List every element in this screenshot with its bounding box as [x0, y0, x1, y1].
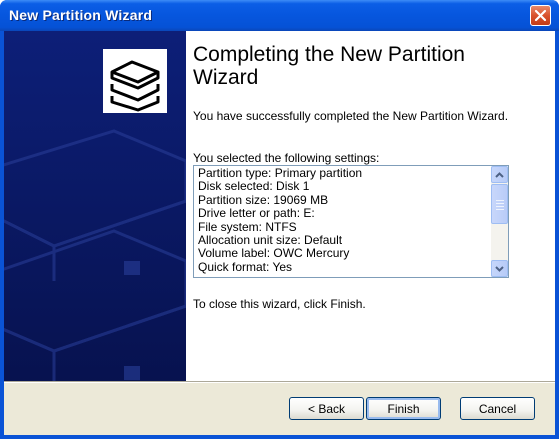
wizard-content: Completing the New Partition Wizard You …: [186, 31, 555, 381]
scroll-thumb[interactable]: [491, 184, 508, 224]
disk-stack-icon: [103, 49, 167, 113]
settings-label: You selected the following settings:: [193, 151, 380, 165]
setting-disk-selected: Disk selected: Disk 1: [198, 179, 310, 194]
chevron-up-icon: [495, 171, 504, 178]
wizard-side-banner: [4, 31, 186, 381]
page-title: Completing the New Partition Wizard: [193, 43, 465, 89]
setting-volume-label: Volume label: OWC Mercury: [198, 246, 350, 261]
cancel-button[interactable]: Cancel: [460, 397, 535, 420]
setting-partition-type: Partition type: Primary partition: [198, 166, 363, 180]
success-message: You have successfully completed the New …: [193, 109, 509, 123]
wizard-client-area: Completing the New Partition Wizard You …: [4, 31, 555, 435]
setting-quick-format: Quick format: Yes: [198, 259, 293, 274]
setting-partition-size: Partition size: 19069 MB: [198, 192, 329, 207]
window-title: New Partition Wizard: [9, 7, 153, 23]
close-instruction: To close this wizard, click Finish.: [193, 297, 366, 311]
settings-list: Partition type: Primary partition Disk s…: [198, 166, 488, 274]
setting-file-system: File system: NTFS: [198, 219, 297, 234]
wizard-window: New Partition Wizard Completing the New …: [0, 0, 559, 439]
button-bar: < Back Finish Cancel: [4, 383, 555, 435]
setting-drive-letter: Drive letter or path: E:: [198, 206, 315, 221]
back-button[interactable]: < Back: [289, 397, 364, 420]
close-icon: [534, 9, 547, 22]
finish-button[interactable]: Finish: [366, 397, 441, 420]
scroll-grip-line: [496, 200, 504, 201]
settings-summary-box[interactable]: Partition type: Primary partition Disk s…: [193, 165, 509, 278]
scroll-grip-line: [496, 206, 504, 207]
close-button[interactable]: [530, 5, 551, 26]
scroll-up-button[interactable]: [491, 166, 508, 183]
settings-scrollbar[interactable]: [491, 166, 508, 277]
setting-allocation-unit-size: Allocation unit size: Default: [198, 233, 343, 248]
scroll-grip-line: [496, 209, 504, 210]
scroll-down-button[interactable]: [491, 260, 508, 277]
scroll-grip-line: [496, 203, 504, 204]
chevron-down-icon: [495, 265, 504, 272]
disk-stack-illustration: [4, 31, 186, 381]
title-bar[interactable]: New Partition Wizard: [0, 0, 559, 31]
